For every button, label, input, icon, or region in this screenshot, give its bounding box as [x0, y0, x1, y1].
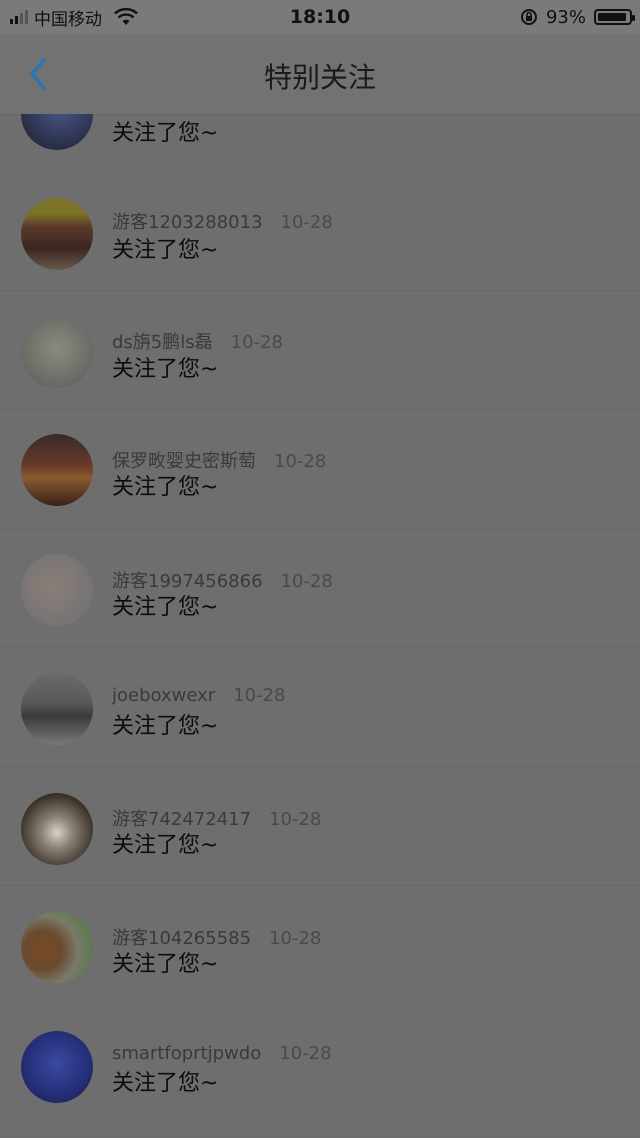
follow-message: 关注了您~ [112, 714, 219, 739]
list-item[interactable]: 保罗畋婴史密斯萄 10-28 关注了您~ [0, 410, 640, 529]
list-item[interactable]: 游客104265585 10-28 关注了您~ [0, 886, 640, 1005]
avatar [21, 114, 93, 150]
avatar [21, 1031, 93, 1103]
username: smartfoprtjpwdo [112, 1043, 262, 1064]
follow-date: 10-28 [280, 571, 333, 592]
page-title: 特别关注 [263, 61, 376, 94]
username: 游客1203288013 [112, 212, 263, 233]
user-meta: 游客1203288013 10-28 [112, 208, 333, 234]
avatar [21, 198, 93, 270]
follow-message: 关注了您~ [112, 833, 219, 858]
list-item[interactable]: 关注了您~ [0, 114, 640, 172]
follow-date: 10-28 [280, 212, 333, 233]
follow-date: 10-28 [279, 1043, 332, 1064]
follow-date: 10-28 [230, 332, 283, 353]
status-bar-right: 93% [520, 0, 635, 34]
list-item[interactable]: joeboxwexr 10-28 关注了您~ [0, 648, 640, 767]
follow-message: 关注了您~ [112, 121, 219, 146]
user-meta: joeboxwexr 10-28 [112, 685, 285, 706]
list-item[interactable]: 游客1203288013 10-28 关注了您~ [0, 172, 640, 291]
follow-message: 关注了您~ [112, 952, 219, 977]
avatar [21, 434, 93, 506]
rotation-lock-icon [520, 9, 537, 25]
avatar [21, 316, 93, 388]
avatar [21, 911, 93, 983]
user-meta: smartfoprtjpwdo 10-28 [112, 1043, 332, 1064]
battery-percent: 93% [545, 6, 586, 28]
battery-level [598, 13, 626, 21]
list-item[interactable]: 游客1997456866 10-28 关注了您~ [0, 529, 640, 648]
username: joeboxwexr [112, 685, 216, 706]
follow-message: 关注了您~ [112, 238, 219, 263]
follow-date: 10-28 [233, 685, 286, 706]
username: ds旃5鹏ls磊 [112, 332, 213, 353]
follow-message: 关注了您~ [112, 1071, 219, 1096]
follower-list: 关注了您~ 游客1203288013 10-28 关注了您~ ds旃5鹏ls磊 10… [0, 114, 640, 1138]
list-item[interactable]: ds旃5鹏ls磊 10-28 关注了您~ [0, 291, 640, 410]
list-item[interactable]: 游客742472417 10-28 关注了您~ [0, 767, 640, 886]
follow-message: 关注了您~ [112, 595, 219, 620]
follow-message: 关注了您~ [112, 357, 219, 382]
list-item[interactable]: smartfoprtjpwdo 10-28 关注了您~ [0, 1005, 640, 1124]
follow-date: 10-28 [274, 451, 327, 472]
battery-icon [594, 9, 635, 25]
follow-date: 10-28 [269, 928, 322, 949]
avatar [21, 673, 93, 745]
navigation-bar: 特别关注 [0, 34, 640, 115]
avatar [21, 793, 93, 865]
follow-message: 关注了您~ [112, 475, 219, 500]
avatar [21, 554, 93, 626]
status-bar: 中国移动 18:10 93% [0, 0, 640, 34]
follow-date: 10-28 [269, 809, 322, 830]
